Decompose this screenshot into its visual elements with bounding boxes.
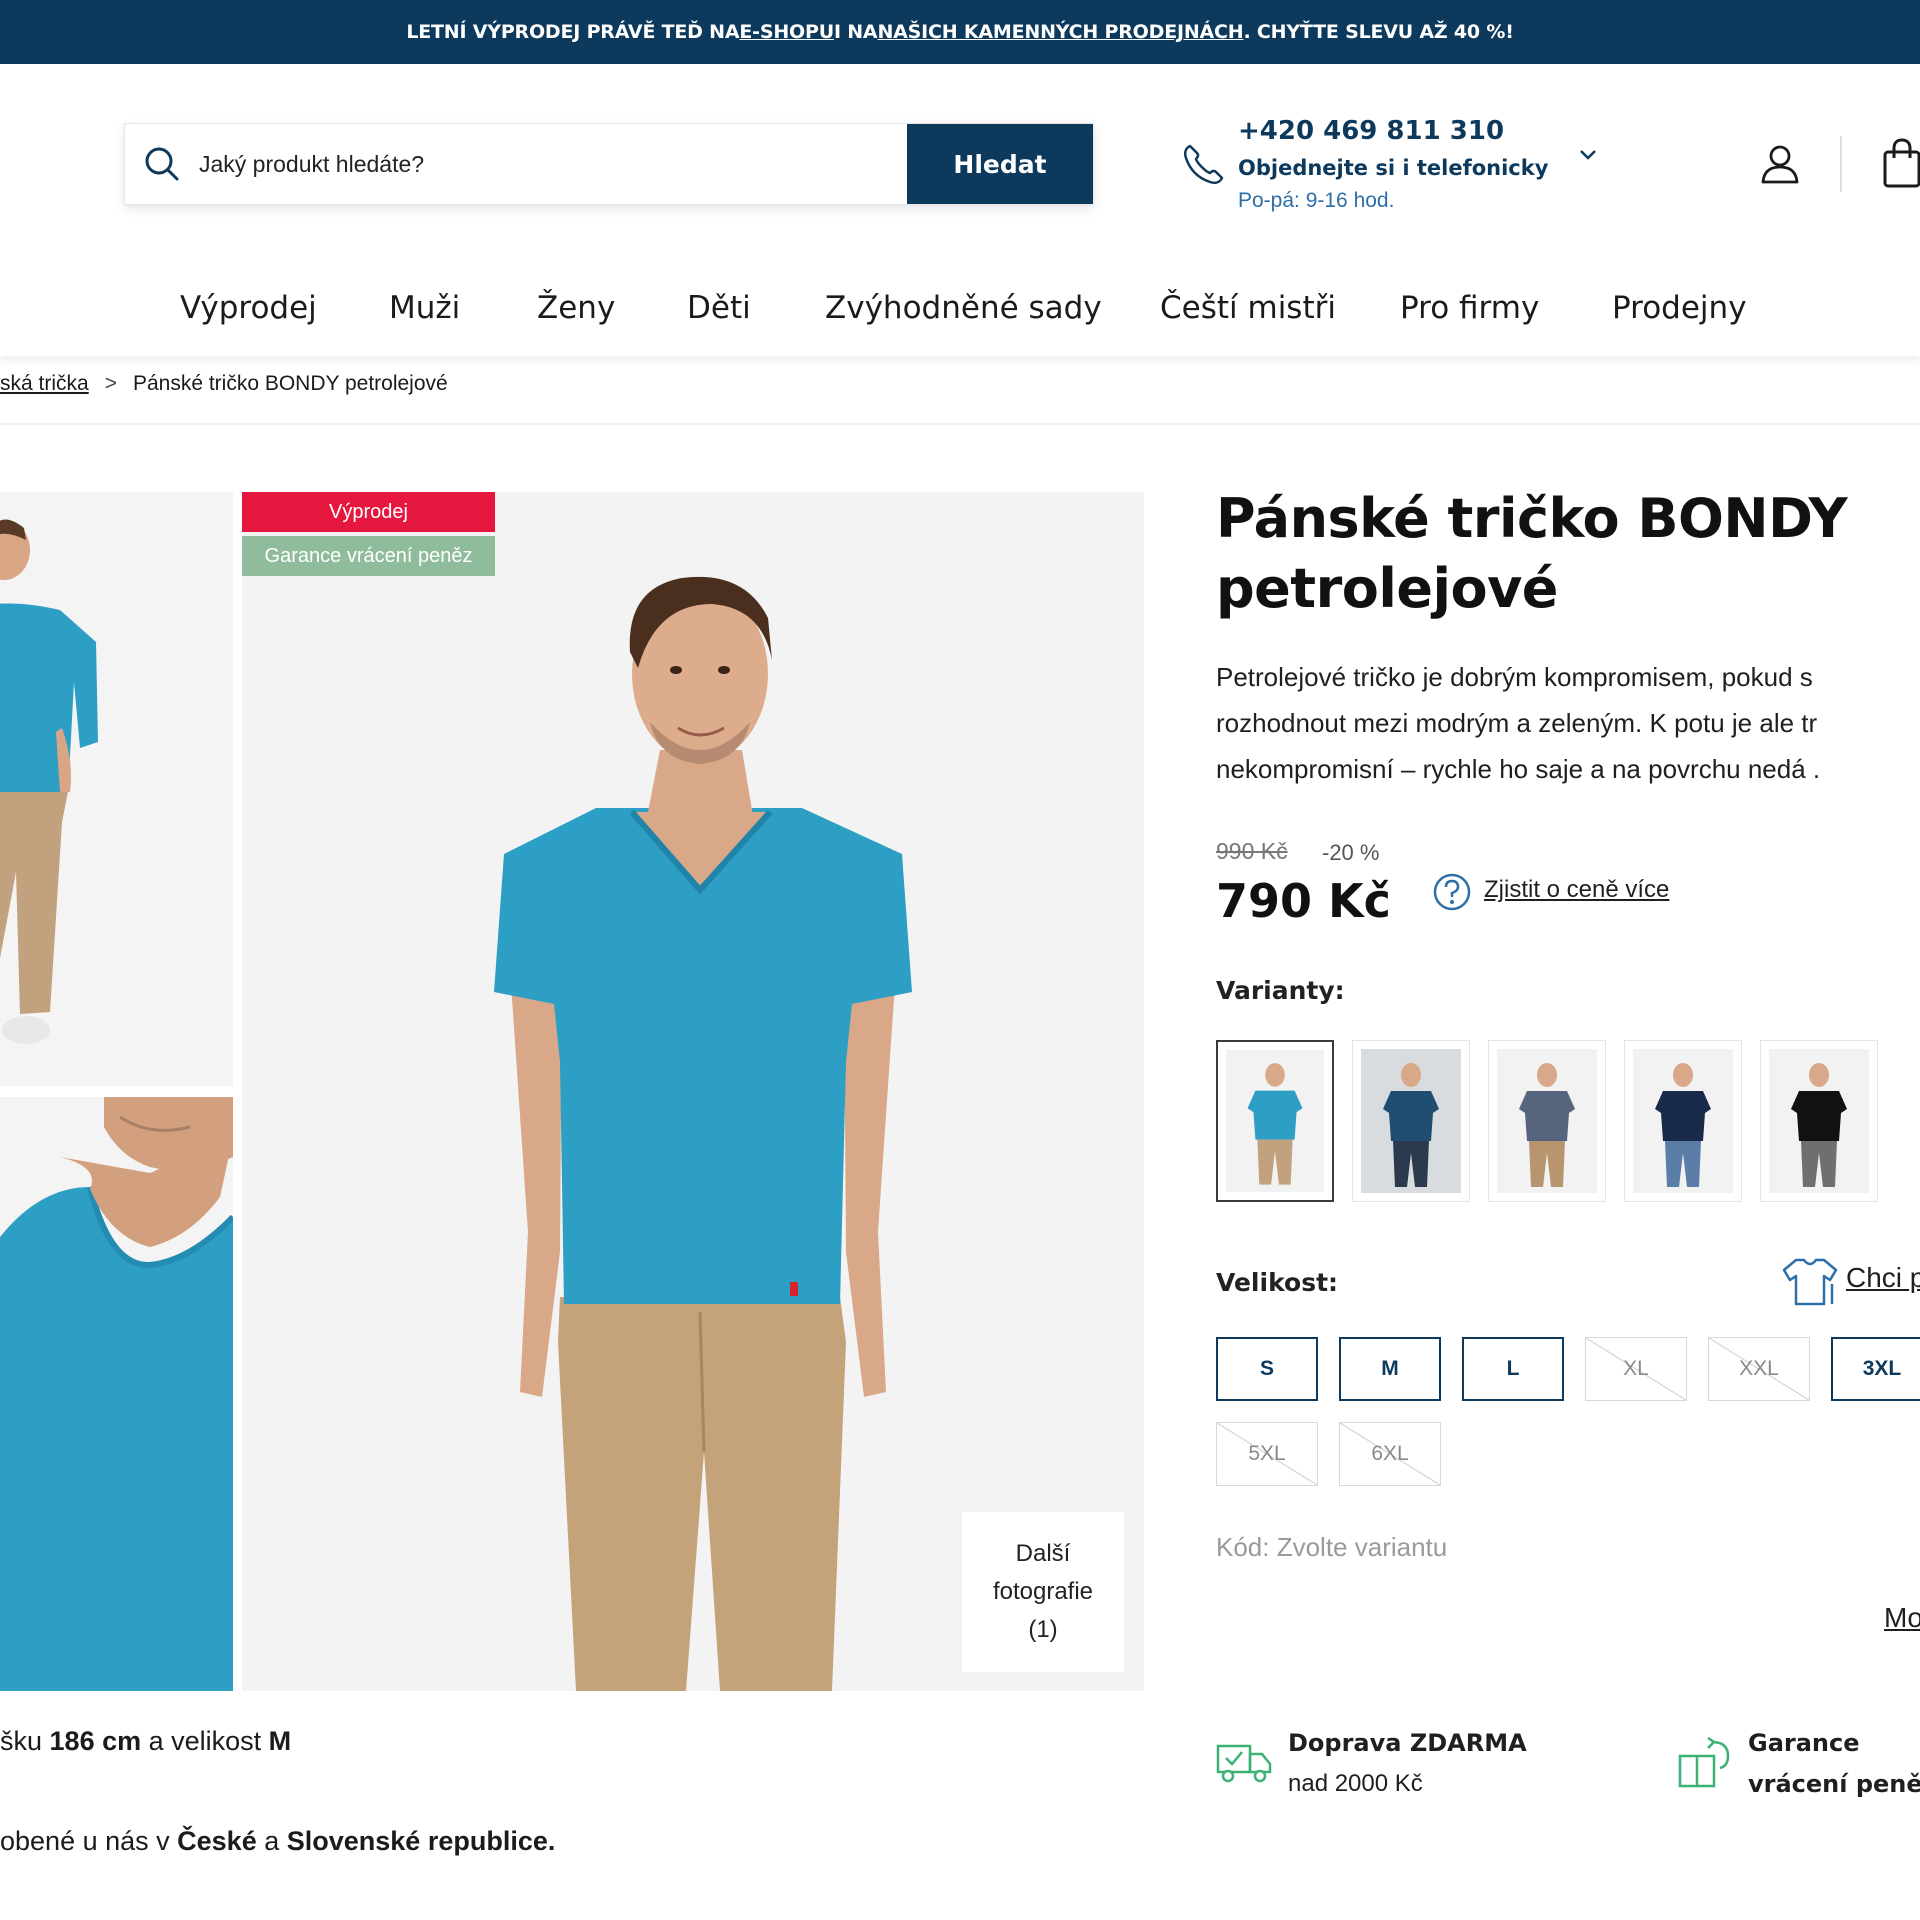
banner-text-middle: I NA bbox=[833, 21, 878, 43]
question-circle-icon[interactable] bbox=[1432, 872, 1472, 917]
nav-item-women[interactable]: Ženy bbox=[537, 290, 615, 326]
phone-subtitle: Objednejte si i telefonicky bbox=[1238, 156, 1549, 180]
shipping-subtitle: nad 2000 Kč bbox=[1288, 1770, 1423, 1797]
shipping-title: Doprava ZDARMA bbox=[1288, 1729, 1527, 1757]
variant-thumbnail[interactable] bbox=[1352, 1040, 1470, 1202]
breadcrumb-separator: > bbox=[104, 372, 117, 395]
nav-item-business[interactable]: Pro firmy bbox=[1400, 290, 1539, 326]
origin-prefix: obené u nás v bbox=[0, 1826, 178, 1856]
guarantee-badge: Garance vrácení peněz bbox=[242, 536, 495, 576]
current-price: 790 Kč bbox=[1216, 874, 1391, 928]
variant-thumbnail[interactable] bbox=[1488, 1040, 1606, 1202]
size-option[interactable]: M bbox=[1339, 1337, 1441, 1401]
sale-badge: Výprodej bbox=[242, 492, 495, 532]
gallery-thumbnail-detail[interactable] bbox=[0, 1097, 233, 1691]
banner-text-after: . CHYŤTE SLEVU AŽ 40 %! bbox=[1243, 21, 1514, 43]
old-price: 990 Kč bbox=[1216, 838, 1288, 864]
size-option[interactable]: L bbox=[1462, 1337, 1564, 1401]
more-photos-line1: Další bbox=[1015, 1540, 1071, 1567]
description-line: Petrolejové tričko je dobrým kompromisem… bbox=[1216, 662, 1813, 692]
nav-item-men[interactable]: Muži bbox=[389, 290, 460, 326]
cart-icon[interactable] bbox=[1882, 136, 1920, 195]
size-option[interactable]: 5XL bbox=[1216, 1422, 1318, 1486]
gallery-thumbnail-full[interactable] bbox=[0, 492, 233, 1086]
guarantee-subtitle: vrácení peněz bbox=[1748, 1770, 1920, 1798]
more-photos-line2: fotografie bbox=[992, 1578, 1094, 1605]
variant-thumbnail[interactable] bbox=[1216, 1040, 1334, 1202]
more-link[interactable]: Mo bbox=[1884, 1602, 1920, 1634]
discount-label: -20 % bbox=[1322, 840, 1380, 865]
origin-middle: a bbox=[256, 1826, 287, 1856]
model-height: 186 cm bbox=[49, 1726, 142, 1756]
model-info-middle: a velikost bbox=[141, 1726, 269, 1756]
breadcrumb-current: Pánské tričko BONDY petrolejové bbox=[132, 372, 448, 395]
origin-info-text: obené u nás v České a Slovenské republic… bbox=[0, 1826, 555, 1857]
model-info-text: šku 186 cm a velikost M bbox=[0, 1726, 291, 1757]
guarantee-title: Garance bbox=[1748, 1729, 1860, 1757]
more-photos-button[interactable]: Další fotografie (1) bbox=[962, 1512, 1124, 1672]
breadcrumb-divider bbox=[0, 423, 1920, 425]
description-line: rozhodnout mezi modrým a zeleným. K potu… bbox=[1216, 708, 1818, 738]
more-photos-count: (1) bbox=[1028, 1616, 1058, 1643]
model-info-prefix: šku bbox=[0, 1726, 50, 1756]
product-code: Kód: Zvolte variantu bbox=[1216, 1532, 1448, 1562]
banner-stores-link[interactable]: NAŠICH KAMENNÝCH PRODEJNÁCH bbox=[877, 21, 1243, 43]
nav-item-bundles[interactable]: Zvýhodněné sady bbox=[825, 290, 1102, 326]
size-label: Velikost: bbox=[1216, 1268, 1339, 1297]
delivery-truck-icon bbox=[1216, 1740, 1272, 1789]
nav-item-czech-champions[interactable]: Čeští mistři bbox=[1160, 290, 1336, 326]
nav-item-stores[interactable]: Prodejny bbox=[1612, 290, 1747, 326]
phone-number[interactable]: +420 469 811 310 bbox=[1238, 116, 1504, 146]
nav-item-sale[interactable]: Výprodej bbox=[180, 290, 317, 326]
product-title: Pánské tričko BONDY petrolejové bbox=[1216, 487, 1848, 620]
search-button[interactable]: Hledat bbox=[907, 124, 1093, 204]
size-option[interactable]: XXL bbox=[1708, 1337, 1810, 1401]
breadcrumb: ská trička > Pánské tričko BONDY petrole… bbox=[0, 372, 448, 396]
size-guide-link[interactable]: Chci p bbox=[1846, 1262, 1920, 1294]
return-box-icon bbox=[1676, 1732, 1734, 1795]
size-option[interactable]: 6XL bbox=[1339, 1422, 1441, 1486]
search-icon bbox=[125, 124, 199, 204]
model-size: M bbox=[268, 1726, 292, 1756]
chevron-down-icon[interactable] bbox=[1578, 148, 1598, 167]
nav-item-kids[interactable]: Děti bbox=[687, 290, 751, 326]
origin-country-2: Slovenské republice. bbox=[286, 1826, 556, 1856]
search-bar: Hledat bbox=[124, 123, 1094, 205]
description-line: nekompromisní – rychle ho saje a na povr… bbox=[1216, 754, 1821, 784]
product-description: Petrolejové tričko je dobrým kompromisem… bbox=[1216, 654, 1920, 792]
phone-hours: Po-pá: 9-16 hod. bbox=[1238, 189, 1395, 212]
promo-banner: LETNÍ VÝPRODEJ PRÁVĚ TEĎ NA E-SHOPU I NA… bbox=[0, 0, 1920, 64]
main-nav: Výprodej Muži Ženy Děti Zvýhodněné sady … bbox=[0, 274, 1920, 356]
variant-thumbnail[interactable] bbox=[1760, 1040, 1878, 1202]
size-option[interactable]: S bbox=[1216, 1337, 1318, 1401]
size-option[interactable]: 3XL bbox=[1831, 1337, 1920, 1401]
banner-text-before: LETNÍ VÝPRODEJ PRÁVĚ TEĎ NA bbox=[406, 21, 740, 43]
size-option[interactable]: XL bbox=[1585, 1337, 1687, 1401]
breadcrumb-parent-link[interactable]: ská trička bbox=[0, 372, 89, 396]
variants-label: Varianty: bbox=[1216, 976, 1345, 1005]
user-icon[interactable] bbox=[1758, 142, 1802, 191]
header-divider bbox=[1840, 136, 1842, 192]
banner-eshop-link[interactable]: E-SHOPU bbox=[739, 21, 834, 43]
tshirt-icon[interactable] bbox=[1780, 1256, 1840, 1313]
variant-thumbnail[interactable] bbox=[1624, 1040, 1742, 1202]
search-input[interactable] bbox=[199, 124, 907, 204]
price-info-link[interactable]: Zjistit o ceně více bbox=[1484, 876, 1669, 904]
phone-icon bbox=[1180, 142, 1226, 193]
origin-country-1: České bbox=[177, 1826, 257, 1856]
